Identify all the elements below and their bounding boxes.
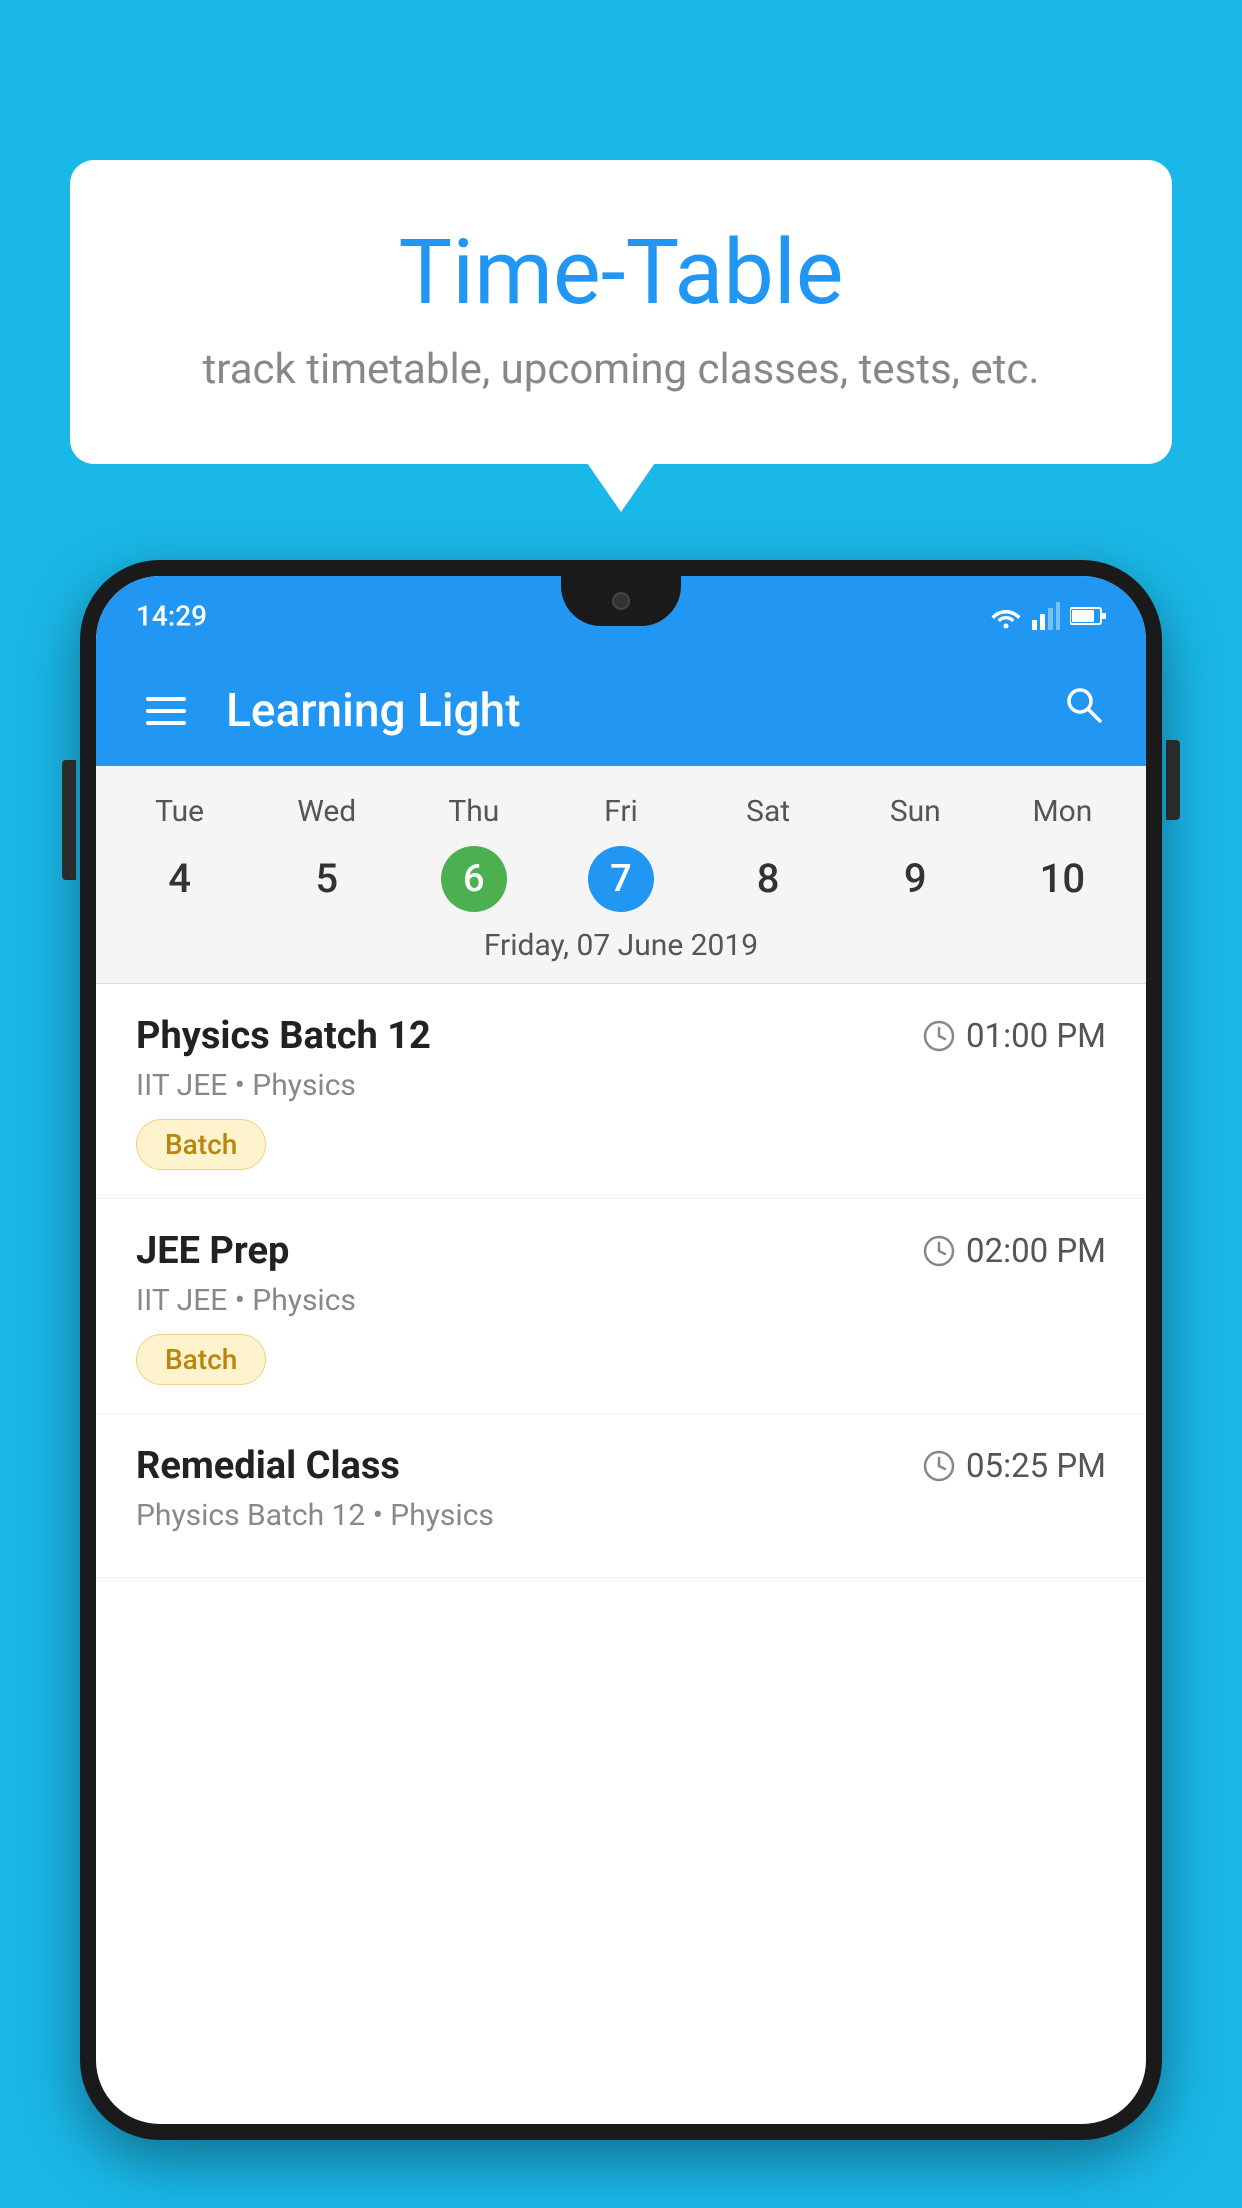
day-numbers: 4 5 6 7 8 9	[96, 845, 1146, 912]
class-time-text-3: 05:25 PM	[966, 1447, 1106, 1486]
phone-inner: 14:29	[96, 576, 1146, 2124]
day-9-wrapper[interactable]: 9	[842, 845, 989, 912]
class-item-3[interactable]: Remedial Class 05:25 PM Physics Batch 12…	[96, 1414, 1146, 1578]
class-name-1: Physics Batch 12	[136, 1014, 431, 1058]
calendar-strip: Tue Wed Thu Fri Sat Sun Mon 4 5	[96, 766, 1146, 984]
day-8[interactable]: 8	[757, 845, 780, 912]
wifi-icon	[990, 602, 1022, 630]
day-6-wrapper[interactable]: 6	[400, 845, 547, 912]
selected-date: Friday, 07 June 2019	[96, 912, 1146, 983]
day-4[interactable]: 4	[168, 845, 191, 912]
class-name-3: Remedial Class	[136, 1444, 400, 1488]
class-subtitle-3: Physics Batch 12 • Physics	[136, 1498, 1106, 1533]
class-subtitle-1: IIT JEE • Physics	[136, 1068, 1106, 1103]
class-time-3: 05:25 PM	[922, 1447, 1106, 1486]
status-time: 14:29	[136, 600, 207, 633]
camera	[612, 592, 630, 610]
class-list: Physics Batch 12 01:00 PM IIT JEE • Phys…	[96, 984, 1146, 1578]
day-10-wrapper[interactable]: 10	[989, 845, 1136, 912]
day-5[interactable]: 5	[315, 845, 338, 912]
day-header-tue: Tue	[106, 786, 253, 837]
class-item-2-top: JEE Prep 02:00 PM	[136, 1229, 1106, 1273]
clock-icon-2	[922, 1234, 956, 1268]
speech-bubble: Time-Table track timetable, upcoming cla…	[70, 160, 1172, 464]
day-header-sat: Sat	[695, 786, 842, 837]
day-header-mon: Mon	[989, 786, 1136, 837]
day-7-wrapper[interactable]: 7	[547, 845, 694, 912]
class-time-2: 02:00 PM	[922, 1232, 1106, 1271]
signal-icon	[1032, 602, 1060, 630]
day-4-wrapper[interactable]: 4	[106, 845, 253, 912]
status-bar: 14:29	[96, 576, 1146, 656]
speech-bubble-container: Time-Table track timetable, upcoming cla…	[70, 160, 1172, 464]
class-subtitle-2: IIT JEE • Physics	[136, 1283, 1106, 1318]
class-time-text-2: 02:00 PM	[966, 1232, 1106, 1271]
search-icon	[1062, 683, 1106, 727]
day-5-wrapper[interactable]: 5	[253, 845, 400, 912]
day-header-wed: Wed	[253, 786, 400, 837]
clock-icon-3	[922, 1449, 956, 1483]
batch-tag-2: Batch	[136, 1334, 266, 1385]
batch-tag-1: Batch	[136, 1119, 266, 1170]
search-button[interactable]	[1062, 683, 1106, 739]
day-headers: Tue Wed Thu Fri Sat Sun Mon	[96, 786, 1146, 837]
status-icons	[990, 602, 1106, 630]
day-header-fri: Fri	[547, 786, 694, 837]
clock-icon-1	[922, 1019, 956, 1053]
class-item-1[interactable]: Physics Batch 12 01:00 PM IIT JEE • Phys…	[96, 984, 1146, 1199]
class-item-3-top: Remedial Class 05:25 PM	[136, 1444, 1106, 1488]
day-9[interactable]: 9	[904, 845, 927, 912]
app-title: Time-Table	[150, 220, 1092, 325]
class-item-2[interactable]: JEE Prep 02:00 PM IIT JEE • Physics Batc…	[96, 1199, 1146, 1414]
phone-container: 14:29	[80, 560, 1162, 2208]
app-toolbar: Learning Light	[96, 656, 1146, 766]
phone-outer: 14:29	[80, 560, 1162, 2140]
menu-button[interactable]	[136, 687, 196, 735]
class-name-2: JEE Prep	[136, 1229, 289, 1273]
toolbar-title: Learning Light	[226, 684, 1062, 738]
day-8-wrapper[interactable]: 8	[695, 845, 842, 912]
day-10[interactable]: 10	[1040, 845, 1085, 912]
day-6[interactable]: 6	[441, 846, 507, 912]
day-header-sun: Sun	[842, 786, 989, 837]
day-7[interactable]: 7	[588, 846, 654, 912]
class-time-1: 01:00 PM	[922, 1017, 1106, 1056]
class-item-1-top: Physics Batch 12 01:00 PM	[136, 1014, 1106, 1058]
battery-icon	[1070, 605, 1106, 627]
app-subtitle: track timetable, upcoming classes, tests…	[150, 345, 1092, 394]
notch	[561, 576, 681, 626]
day-header-thu: Thu	[400, 786, 547, 837]
class-time-text-1: 01:00 PM	[966, 1017, 1106, 1056]
